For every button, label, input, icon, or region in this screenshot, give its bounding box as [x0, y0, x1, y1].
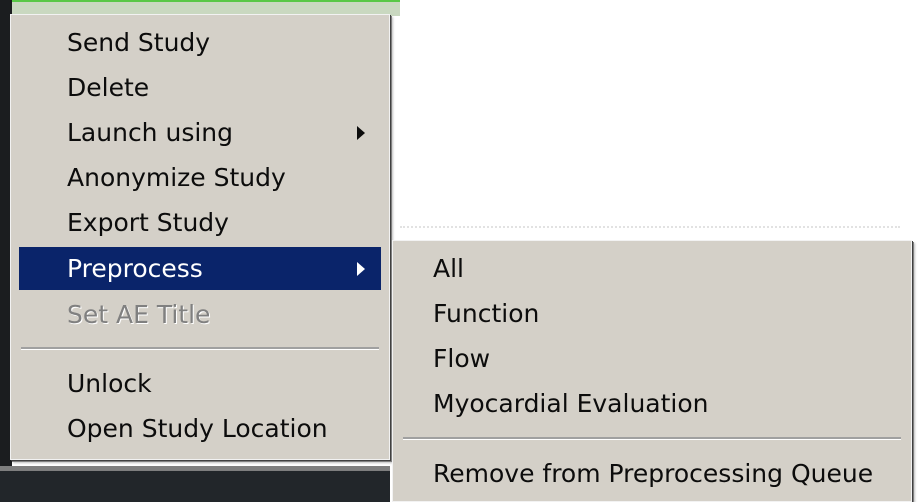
context-menu: Send Study Delete Launch using Anonymize…	[10, 14, 390, 460]
menu-item-label: Anonymize Study	[67, 163, 286, 192]
menu-item-label: Unlock	[67, 369, 152, 398]
preprocess-submenu: All Function Flow Myocardial Evaluation …	[392, 240, 912, 502]
submenu-item-label: All	[433, 254, 464, 283]
submenu-item-all[interactable]: All	[401, 247, 903, 290]
menu-item-export-study[interactable]: Export Study	[19, 201, 381, 244]
menu-item-anonymize-study[interactable]: Anonymize Study	[19, 156, 381, 199]
background-dotted-line	[400, 226, 900, 238]
submenu-item-label: Remove from Preprocessing Queue	[433, 459, 874, 488]
submenu-item-label: Function	[433, 299, 540, 328]
menu-item-label: Send Study	[67, 28, 211, 57]
menu-item-send-study[interactable]: Send Study	[19, 21, 381, 64]
triangle-right-icon	[357, 261, 365, 276]
menu-item-launch-using[interactable]: Launch using	[19, 111, 381, 154]
menu-item-label: Launch using	[67, 118, 234, 147]
menu-item-set-ae-title: Set AE Title	[19, 293, 381, 336]
menu-separator	[21, 347, 379, 350]
background-status-bar	[0, 466, 390, 502]
menu-item-label: Preprocess	[67, 254, 203, 283]
menu-item-unlock[interactable]: Unlock	[19, 362, 381, 405]
submenu-item-myocardial-evaluation[interactable]: Myocardial Evaluation	[401, 382, 903, 425]
triangle-right-icon	[357, 125, 365, 140]
menu-item-preprocess[interactable]: Preprocess	[19, 247, 381, 290]
menu-item-delete[interactable]: Delete	[19, 66, 381, 109]
submenu-item-flow[interactable]: Flow	[401, 337, 903, 380]
submenu-item-label: Myocardial Evaluation	[433, 389, 709, 418]
submenu-item-remove-from-preprocessing-queue[interactable]: Remove from Preprocessing Queue	[401, 452, 903, 495]
menu-item-label: Open Study Location	[67, 414, 328, 443]
menu-item-label: Delete	[67, 73, 150, 102]
submenu-item-function[interactable]: Function	[401, 292, 903, 335]
menu-item-open-study-location[interactable]: Open Study Location	[19, 407, 381, 450]
screen: Send Study Delete Launch using Anonymize…	[0, 0, 918, 502]
menu-item-label: Export Study	[67, 208, 229, 237]
submenu-item-label: Flow	[433, 344, 491, 373]
submenu-separator	[403, 437, 901, 440]
menu-item-label: Set AE Title	[67, 300, 211, 329]
